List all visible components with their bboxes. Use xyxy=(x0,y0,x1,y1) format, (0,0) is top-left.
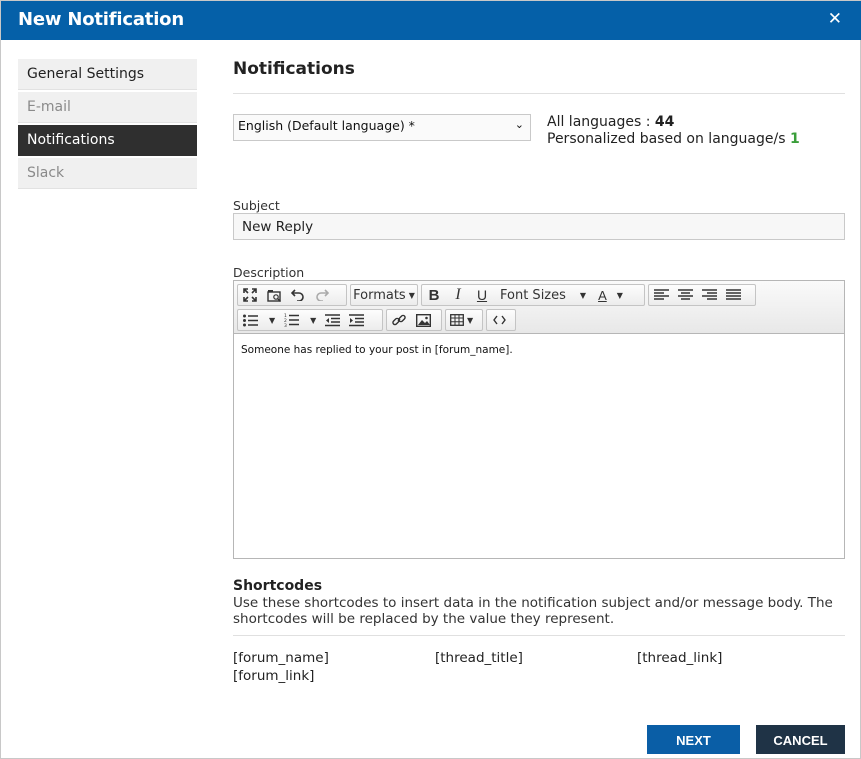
outdent-icon[interactable] xyxy=(320,310,344,330)
all-languages-count: 44 xyxy=(654,114,675,130)
sidebar-item-notifications[interactable]: Notifications xyxy=(18,125,197,156)
personalized-label: Personalized based on language/s xyxy=(547,131,786,147)
justify-icon[interactable] xyxy=(721,285,745,305)
toolbar-group-text: B I U Font Sizes ▼ A ▼ xyxy=(421,284,645,306)
divider xyxy=(233,93,845,94)
image-icon[interactable] xyxy=(411,310,435,330)
toolbar-group-insert xyxy=(386,309,442,331)
italic-icon[interactable]: I xyxy=(446,285,470,305)
table-icon: ▼ xyxy=(446,310,477,330)
subject-input[interactable]: New Reply xyxy=(233,213,845,240)
sidebar-item-general-settings[interactable]: General Settings xyxy=(18,59,197,90)
cancel-button[interactable]: CANCEL xyxy=(756,725,845,754)
numbered-list-icon[interactable]: 123 xyxy=(279,310,303,330)
close-icon[interactable]: ✕ xyxy=(828,9,842,29)
redo-icon[interactable] xyxy=(310,285,334,305)
bullet-list-icon[interactable] xyxy=(238,310,262,330)
text-color-icon[interactable]: A ▼ xyxy=(592,285,629,305)
shortcode-item: [thread_link] xyxy=(637,650,723,666)
formats-label: Formats xyxy=(353,287,406,303)
subject-label: Subject xyxy=(233,198,280,213)
page-title: Notifications xyxy=(233,59,355,79)
toolbar-group-align xyxy=(648,284,756,306)
shortcodes-title: Shortcodes xyxy=(233,578,323,594)
all-languages-label: All languages : xyxy=(547,114,651,130)
editor-toolbar: Formats ▼ B I U Font Sizes ▼ A ▼ ▼ 1 2 3… xyxy=(234,281,844,334)
main-panel: Notifications English (Default language)… xyxy=(233,59,845,754)
chevron-down-icon: ⌄ xyxy=(514,118,524,131)
font-sizes-label: Font Sizes xyxy=(500,287,566,303)
caret-down-icon: ▼ xyxy=(579,290,587,300)
undo-icon[interactable] xyxy=(286,285,310,305)
next-button[interactable]: NEXT xyxy=(647,725,740,754)
language-select-value: English (Default language) * xyxy=(238,118,415,133)
sidebar-item-slack[interactable]: Slack xyxy=(18,158,197,189)
shortcode-item: [forum_link] xyxy=(233,668,315,684)
formats-label-wrap: Formats ▼ xyxy=(351,285,417,305)
editor-content[interactable]: Someone has replied to your post in [for… xyxy=(241,344,513,356)
divider xyxy=(233,635,845,636)
sidebar: General Settings E-mail Notifications Sl… xyxy=(18,59,197,191)
sidebar-item-email[interactable]: E-mail xyxy=(18,92,197,123)
shortcodes-description: Use these shortcodes to insert data in t… xyxy=(233,595,833,627)
preview-icon[interactable] xyxy=(262,285,286,305)
toolbar-group-view xyxy=(237,284,347,306)
source-code-icon xyxy=(487,310,511,330)
shortcode-item: [thread_title] xyxy=(435,650,523,666)
bullet-list-caret-icon[interactable]: ▼ xyxy=(262,310,279,330)
formats-dropdown[interactable]: Formats ▼ xyxy=(350,284,418,306)
bold-icon[interactable]: B xyxy=(422,285,446,305)
language-select[interactable]: English (Default language) * ⌄ xyxy=(233,114,531,141)
dialog-titlebar: New Notification ✕ xyxy=(1,1,861,40)
caret-down-icon: ▼ xyxy=(408,290,415,300)
indent-icon[interactable] xyxy=(344,310,368,330)
language-info: All languages : 44 Personalized based on… xyxy=(547,114,800,148)
align-center-icon[interactable] xyxy=(673,285,697,305)
font-sizes-dropdown[interactable]: Font Sizes ▼ xyxy=(494,285,592,305)
toolbar-group-lists: ▼ 123 ▼ xyxy=(237,309,383,331)
table-dropdown[interactable]: ▼ xyxy=(445,309,483,331)
source-code-button[interactable] xyxy=(486,309,516,331)
align-left-icon[interactable] xyxy=(649,285,673,305)
new-notification-dialog: New Notification ✕ General Settings E-ma… xyxy=(0,0,861,759)
svg-text:3: 3 xyxy=(284,323,287,327)
fullscreen-icon[interactable] xyxy=(238,285,262,305)
align-right-icon[interactable] xyxy=(697,285,721,305)
personalized-count: 1 xyxy=(789,131,800,147)
dialog-title: New Notification xyxy=(18,9,184,30)
shortcode-item: [forum_name] xyxy=(233,650,329,666)
numbered-list-caret-icon[interactable]: ▼ xyxy=(303,310,320,330)
underline-icon[interactable]: U xyxy=(470,285,494,305)
description-label: Description xyxy=(233,265,305,280)
rich-text-editor: Formats ▼ B I U Font Sizes ▼ A ▼ ▼ 1 2 3… xyxy=(233,280,845,559)
link-icon[interactable] xyxy=(387,310,411,330)
